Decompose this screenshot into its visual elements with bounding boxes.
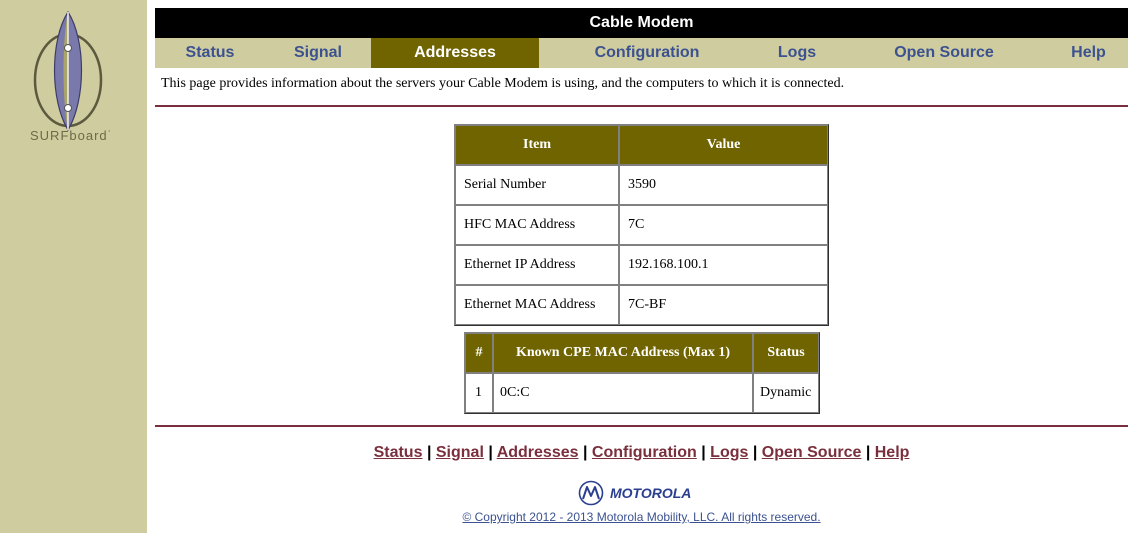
tab-help[interactable]: Help xyxy=(1049,38,1128,68)
column-header-status: Status xyxy=(753,333,819,373)
footer-separator: | xyxy=(701,444,706,461)
top-nav: Status Signal Addresses Configuration Lo… xyxy=(155,38,1128,68)
tab-configuration[interactable]: Configuration xyxy=(539,38,755,68)
tab-status[interactable]: Status xyxy=(155,38,265,68)
info-table: Item Value Serial Number 3590 HFC MAC Ad… xyxy=(454,124,829,326)
footer-nav: Status | Signal | Addresses | Configurat… xyxy=(155,444,1128,462)
footer-separator: | xyxy=(426,444,432,461)
value-cell: 192.168.100.1 xyxy=(619,245,828,285)
footer-link-configuration[interactable]: Configuration xyxy=(592,444,697,461)
footer-separator: | xyxy=(752,444,758,461)
value-cell: 7C-BF xyxy=(619,285,828,325)
tab-logs[interactable]: Logs xyxy=(755,38,839,68)
tab-signal[interactable]: Signal xyxy=(265,38,371,68)
table-row: HFC MAC Address 7C xyxy=(455,205,828,245)
copyright-link[interactable]: © Copyright 2012 - 2013 Motorola Mobilit… xyxy=(155,510,1128,524)
table-row: 1 0C:C Dynamic xyxy=(465,373,819,413)
tab-open-source[interactable]: Open Source xyxy=(839,38,1049,68)
value-cell: 3590 xyxy=(619,165,828,205)
footer-link-status[interactable]: Status xyxy=(374,444,423,461)
footer-separator: | xyxy=(582,444,588,461)
item-cell: Serial Number xyxy=(455,165,619,205)
footer-link-addresses[interactable]: Addresses xyxy=(497,444,579,461)
surfboard-logo-text: SURFboard˙ xyxy=(30,128,113,143)
table-header-row: Item Value xyxy=(455,125,828,165)
footer-link-help[interactable]: Help xyxy=(875,444,910,461)
intro-text: This page provides information about the… xyxy=(161,76,845,91)
item-cell: Ethernet MAC Address xyxy=(455,285,619,325)
column-header-item: Item xyxy=(455,125,619,165)
footer-separator: | xyxy=(488,444,493,461)
row-number-cell: 1 xyxy=(465,373,493,413)
page-title: Cable Modem xyxy=(155,8,1128,38)
table-row: Ethernet MAC Address 7C-BF xyxy=(455,285,828,325)
footer-separator: | xyxy=(865,444,871,461)
motorola-batwing-icon xyxy=(578,480,604,506)
item-cell: HFC MAC Address xyxy=(455,205,619,245)
footer-link-open-source[interactable]: Open Source xyxy=(762,444,862,461)
divider-top xyxy=(155,105,1128,107)
table-row: Ethernet IP Address 192.168.100.1 xyxy=(455,245,828,285)
column-header-number: # xyxy=(465,333,493,373)
item-cell: Ethernet IP Address xyxy=(455,245,619,285)
table-header-row: # Known CPE MAC Address (Max 1) Status xyxy=(465,333,819,373)
motorola-logo: MOTOROLA xyxy=(578,480,718,506)
footer-link-logs[interactable]: Logs xyxy=(710,444,748,461)
cpe-table: # Known CPE MAC Address (Max 1) Status 1… xyxy=(464,332,820,414)
tab-addresses[interactable]: Addresses xyxy=(371,38,539,68)
value-cell: 7C xyxy=(619,205,828,245)
footer-link-signal[interactable]: Signal xyxy=(436,444,484,461)
table-row: Serial Number 3590 xyxy=(455,165,828,205)
cpe-mac-cell: 0C:C xyxy=(493,373,753,413)
status-cell: Dynamic xyxy=(753,373,819,413)
column-header-value: Value xyxy=(619,125,828,165)
column-header-cpe-mac: Known CPE MAC Address (Max 1) xyxy=(493,333,753,373)
sidebar: SURFboard˙ xyxy=(0,0,147,533)
surfboard-logo-icon xyxy=(33,10,103,132)
motorola-wordmark: MOTOROLA xyxy=(610,485,692,501)
divider-bottom xyxy=(155,425,1128,427)
